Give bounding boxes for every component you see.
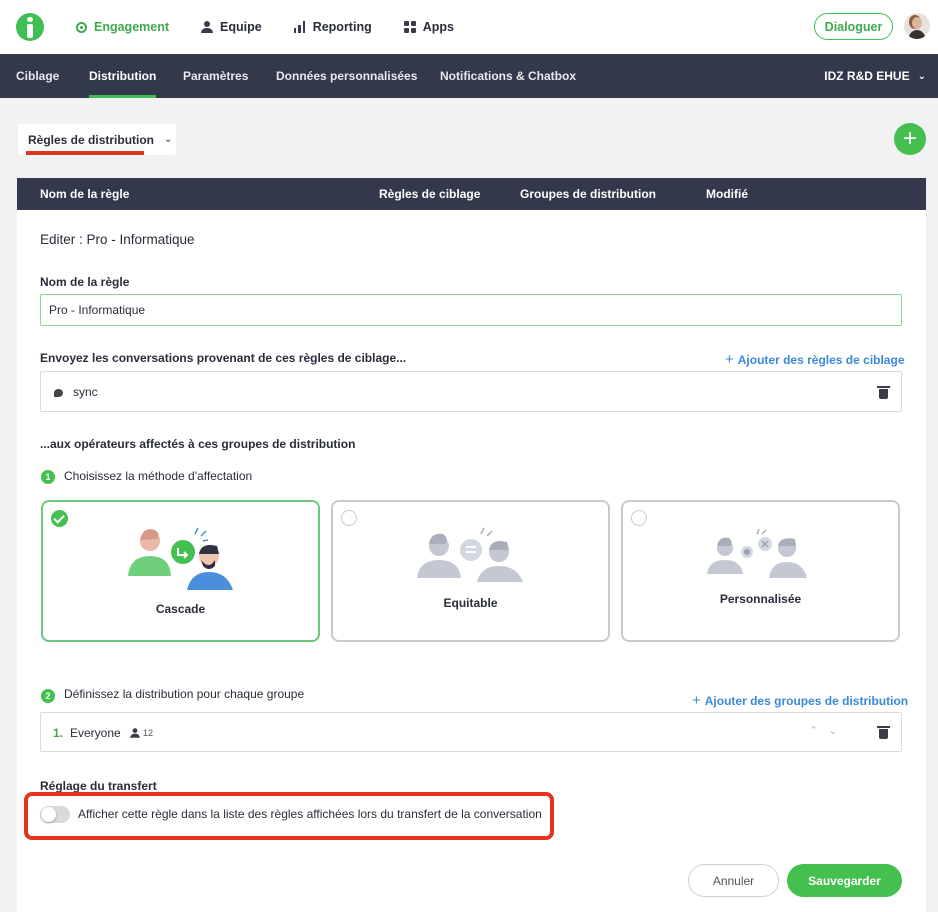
chat-bubble-icon bbox=[54, 389, 63, 397]
add-targeting-label: Ajouter des règles de ciblage bbox=[737, 353, 905, 367]
rules-dropdown-label: Règles de distribution bbox=[28, 132, 155, 147]
personnalisee-illustration bbox=[707, 528, 807, 578]
app-logo[interactable] bbox=[16, 13, 44, 41]
method-personnalisee-label: Personnalisée bbox=[719, 592, 802, 606]
step-1-label: Choisissez la méthode d'affectation bbox=[64, 469, 253, 483]
method-cascade-label: Cascade bbox=[155, 602, 206, 616]
add-targeting-rules-link[interactable]: + Ajouter des règles de ciblage bbox=[725, 351, 905, 368]
nav-engagement-label: Engagement bbox=[94, 20, 170, 34]
trash-icon[interactable] bbox=[877, 386, 890, 399]
tab-distribution[interactable]: Distribution bbox=[89, 54, 157, 98]
tab-donnees-personnalisees[interactable]: Données personnalisées bbox=[276, 54, 417, 98]
chevron-down-icon: ⌄ bbox=[917, 70, 926, 82]
user-avatar[interactable] bbox=[904, 13, 930, 39]
target-icon bbox=[76, 21, 87, 33]
rule-name-input[interactable]: Pro - Informatique bbox=[40, 294, 902, 326]
transfer-toggle-label: Afficher cette règle dans la liste des r… bbox=[78, 807, 542, 821]
tab-ciblage[interactable]: Ciblage bbox=[16, 54, 59, 98]
tab-notifications-chatbox[interactable]: Notifications & Chatbox bbox=[440, 54, 576, 98]
step-2-label: Définissez la distribution pour chaque g… bbox=[64, 687, 305, 701]
bar-chart-icon bbox=[293, 21, 306, 33]
check-icon bbox=[51, 510, 68, 527]
transfer-toggle[interactable] bbox=[40, 806, 70, 823]
col-rule-name: Nom de la règle bbox=[40, 187, 130, 201]
add-groups-label: Ajouter des groupes de distribution bbox=[704, 694, 909, 708]
method-equitable-label: Equitable bbox=[443, 596, 498, 610]
method-equitable[interactable]: Equitable bbox=[331, 500, 610, 642]
col-distribution-groups: Groupes de distribution bbox=[520, 187, 657, 201]
nav-equipe[interactable]: Equipe bbox=[201, 20, 262, 34]
method-personnalisee[interactable]: Personnalisée bbox=[621, 500, 900, 642]
nav-reporting[interactable]: Reporting bbox=[293, 20, 372, 34]
group-index: 1. bbox=[53, 726, 64, 740]
col-targeting-rules: Règles de ciblage bbox=[379, 187, 481, 201]
tab-parametres[interactable]: Paramètres bbox=[183, 54, 248, 98]
group-name: Everyone bbox=[70, 726, 121, 740]
plus-icon: + bbox=[725, 351, 734, 368]
trash-icon[interactable] bbox=[877, 726, 890, 739]
targeting-rule-row: sync bbox=[40, 371, 902, 412]
person-icon bbox=[130, 728, 140, 738]
sub-nav: Ciblage Distribution Paramètres Données … bbox=[0, 54, 938, 98]
rule-name-label: Nom de la règle bbox=[40, 275, 130, 289]
reorder-arrows[interactable]: ⌃⌄ bbox=[809, 724, 847, 737]
add-rule-button[interactable]: + bbox=[894, 123, 926, 155]
nav-apps-label: Apps bbox=[422, 20, 454, 34]
org-selector[interactable]: IDZ R&D EHUE ⌄ bbox=[824, 54, 926, 98]
distribution-group-row: 1. Everyone 12 ⌃⌄ bbox=[40, 712, 902, 752]
nav-engagement[interactable]: Engagement bbox=[76, 20, 169, 34]
grid-icon bbox=[403, 21, 416, 33]
highlight-underline bbox=[26, 151, 144, 155]
nav-apps[interactable]: Apps bbox=[403, 20, 454, 34]
step-1-badge: 1 bbox=[41, 470, 55, 484]
cancel-button[interactable]: Annuler bbox=[688, 864, 779, 897]
add-distribution-groups-link[interactable]: + Ajouter des groupes de distribution bbox=[692, 692, 908, 709]
nav-reporting-label: Reporting bbox=[312, 20, 372, 34]
cascade-illustration bbox=[128, 527, 233, 590]
equitable-illustration bbox=[417, 527, 523, 582]
plus-icon: + bbox=[692, 692, 701, 709]
chevron-down-icon: ⌄ bbox=[164, 134, 173, 145]
edit-title: Editer : Pro - Informatique bbox=[40, 232, 195, 247]
dialoguer-button[interactable]: Dialoguer bbox=[814, 13, 893, 40]
org-name: IDZ R&D EHUE bbox=[824, 69, 910, 83]
radio-unchecked bbox=[341, 510, 357, 526]
save-button[interactable]: Sauvegarder bbox=[787, 864, 902, 897]
step-2-badge: 2 bbox=[41, 689, 55, 703]
targeting-rule-name: sync bbox=[73, 385, 98, 399]
group-member-count: 12 bbox=[143, 728, 154, 738]
method-cascade[interactable]: Cascade bbox=[41, 500, 320, 642]
person-icon bbox=[201, 21, 214, 33]
main-nav: Engagement Equipe Reporting Apps bbox=[76, 0, 486, 54]
rules-table-header: Nom de la règle Règles de ciblage Groupe… bbox=[17, 178, 926, 210]
col-modified: Modifié bbox=[706, 187, 748, 201]
nav-equipe-label: Equipe bbox=[220, 20, 262, 34]
radio-unchecked bbox=[631, 510, 647, 526]
top-bar: Engagement Equipe Reporting Apps Dialogu… bbox=[0, 0, 938, 54]
transfer-settings-label: Réglage du transfert bbox=[40, 779, 157, 793]
operators-label: ...aux opérateurs affectés à ces groupes… bbox=[40, 437, 356, 451]
targeting-label: Envoyez les conversations provenant de c… bbox=[40, 351, 407, 365]
